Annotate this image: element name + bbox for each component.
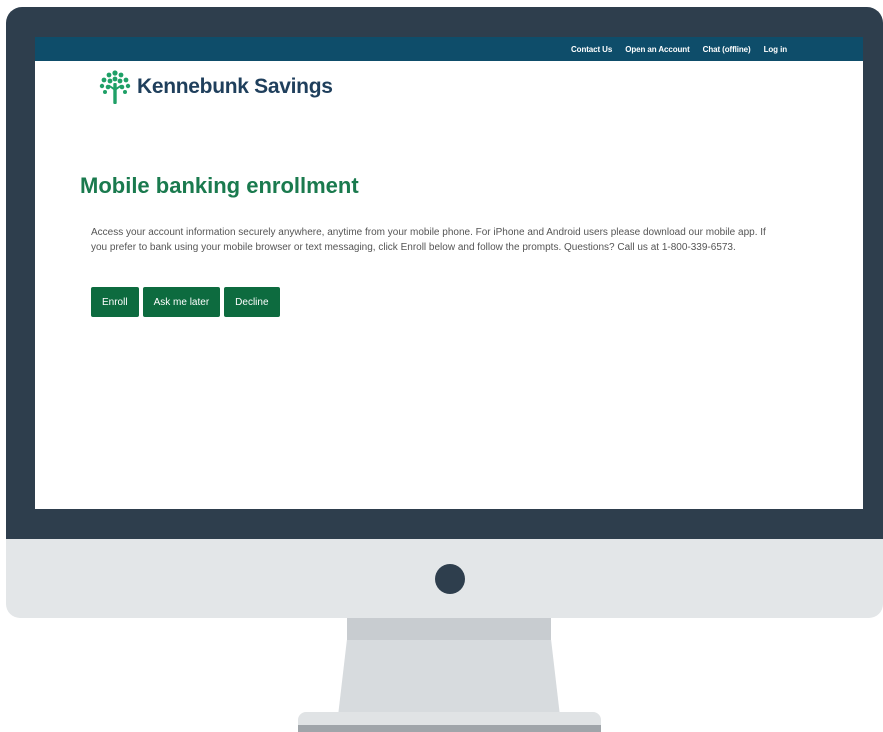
page-title: Mobile banking enrollment (80, 173, 359, 198)
chat-link[interactable]: Chat (offline) (703, 45, 751, 54)
brand-logo[interactable]: Kennebunk Savings (99, 69, 333, 105)
enrollment-actions: Enroll Ask me later Decline (91, 287, 280, 317)
open-account-link[interactable]: Open an Account (625, 45, 690, 54)
enrollment-description: Access your account information securely… (91, 227, 766, 253)
decline-button[interactable]: Decline (224, 287, 280, 317)
enroll-button[interactable]: Enroll (91, 287, 139, 317)
tree-icon (99, 70, 131, 104)
monitor-stand-base-edge (298, 725, 601, 732)
monitor-stand-neck-top (347, 618, 551, 640)
ask-me-later-button[interactable]: Ask me later (142, 287, 221, 317)
brand-name: Kennebunk Savings (137, 75, 333, 98)
power-button-icon (435, 564, 465, 594)
contact-us-link[interactable]: Contact Us (571, 45, 612, 54)
login-link[interactable]: Log in (764, 45, 788, 54)
monitor-stand-base (298, 712, 601, 726)
browser-screen: Contact Us Open an Account Chat (offline… (35, 37, 863, 509)
monitor-stand-neck (338, 640, 560, 716)
top-navigation-bar: Contact Us Open an Account Chat (offline… (35, 37, 863, 61)
